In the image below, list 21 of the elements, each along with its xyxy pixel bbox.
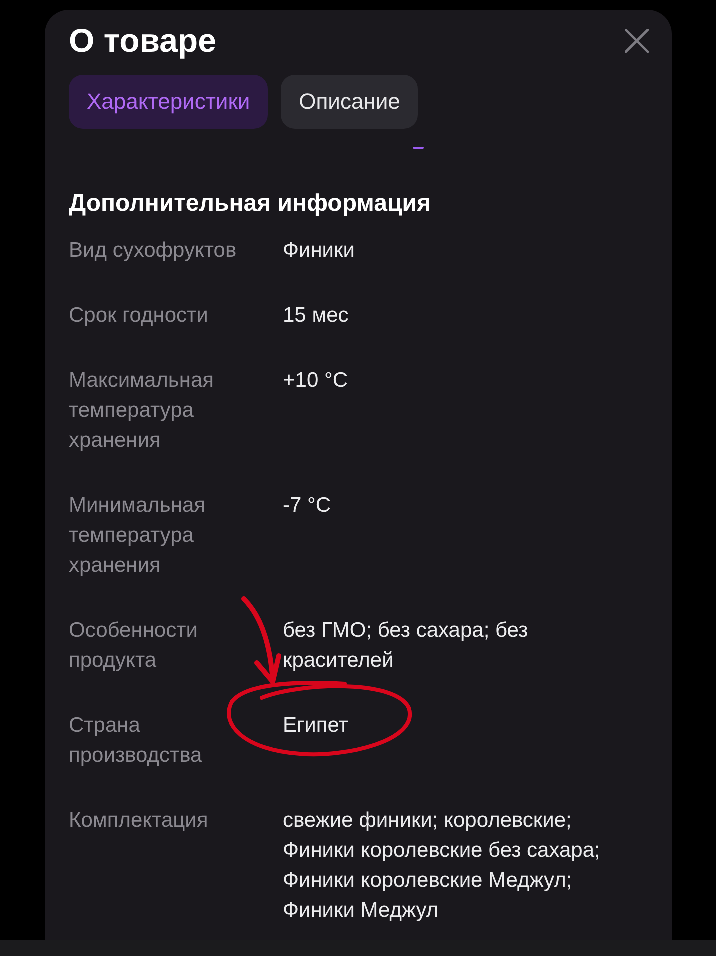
property-value: свежие финики; королевские; Финики королевские без сахара; Финики королевские Меджул; Финики Меджул (283, 808, 602, 924)
property-label: Минимальная температура хранения (69, 493, 207, 579)
tab[interactable]: Характеристики (69, 75, 268, 129)
property-label: Страна производства (69, 713, 204, 769)
property-label: Вид сухофруктов (69, 238, 238, 264)
property-label: Срок годности (69, 303, 210, 329)
property-label: Максимальная температура хранения (69, 368, 216, 454)
property-value: Финики (283, 238, 356, 264)
property-value: Египет (283, 713, 350, 739)
tab[interactable]: Описание (281, 75, 418, 129)
close-icon (625, 29, 649, 53)
property-label: Особенности продукта (69, 618, 199, 674)
underline-mark (413, 147, 424, 149)
section-heading: Дополнительная информация (69, 190, 432, 218)
property-value: +10 °C (283, 368, 350, 394)
modal-title: О товаре (69, 23, 216, 59)
property-label: Комплектация (69, 808, 210, 834)
property-value: без ГМО; без сахара; без красителей (283, 618, 530, 674)
close-button[interactable] (625, 29, 649, 53)
property-value: -7 °C (283, 493, 332, 519)
property-value: 15 мес (283, 303, 350, 329)
